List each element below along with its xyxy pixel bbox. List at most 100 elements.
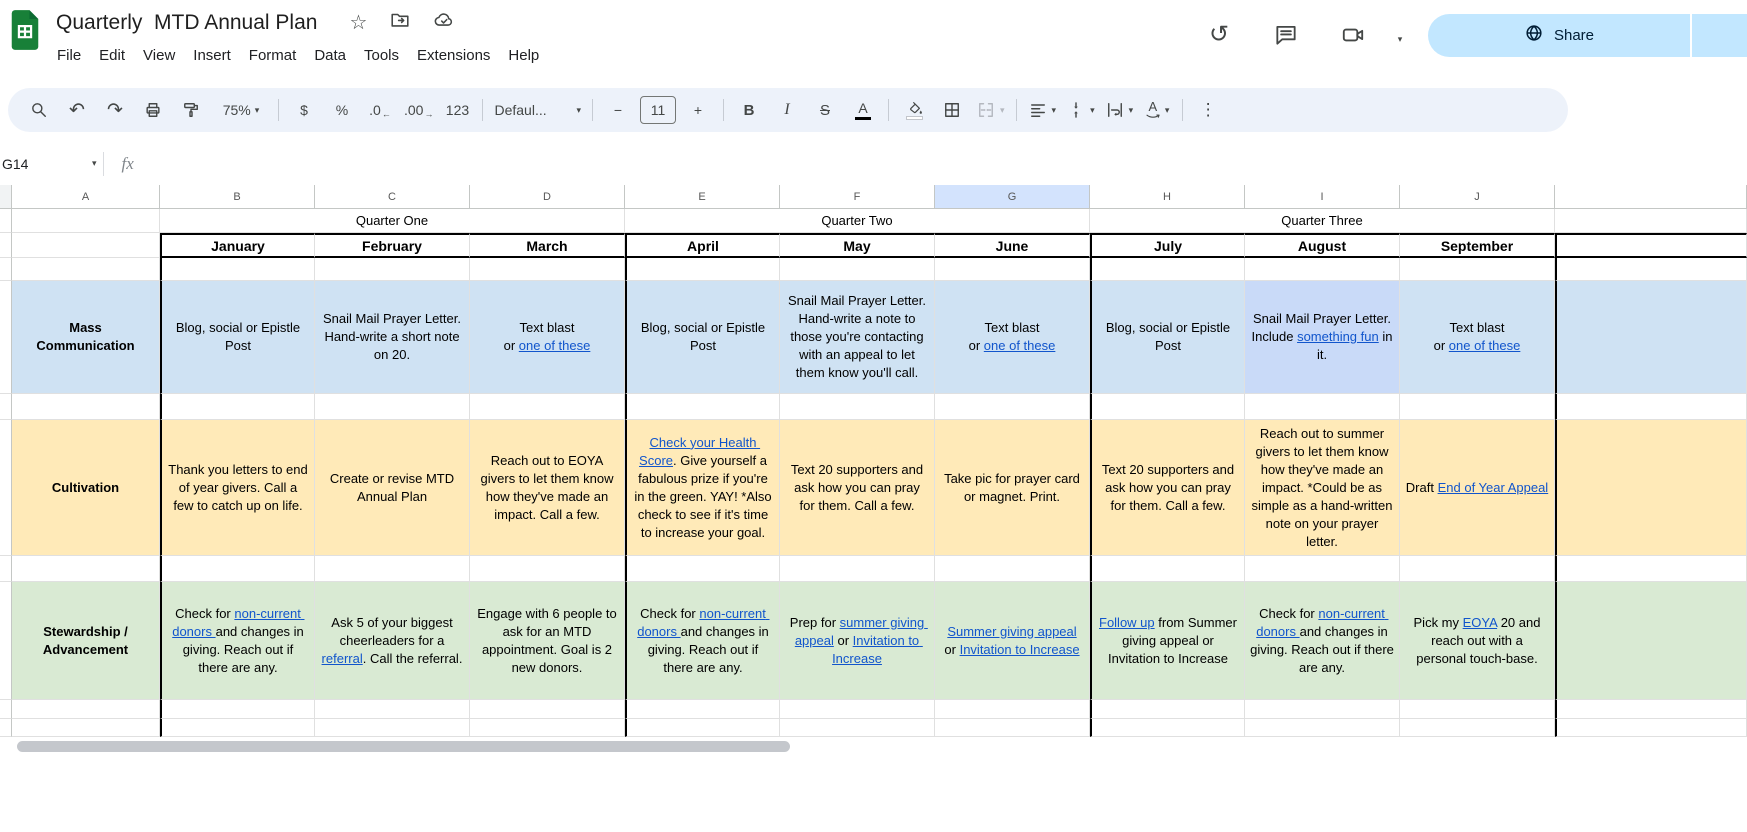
row-header[interactable]: [0, 209, 12, 233]
sheet-cell[interactable]: Blog, social or Epistle Post: [1090, 281, 1245, 394]
menu-file[interactable]: File: [48, 44, 90, 67]
sheet-cell[interactable]: [12, 258, 160, 281]
move-folder-icon[interactable]: [389, 9, 411, 36]
column-header-A[interactable]: A: [12, 185, 160, 209]
sheet-cell[interactable]: Snail Mail Prayer Letter. Hand-write a n…: [780, 281, 935, 394]
sheet-cell[interactable]: [315, 700, 470, 719]
sheet-cell[interactable]: Draft End of Year Appeal: [1400, 420, 1555, 556]
sheet-cell[interactable]: [160, 394, 315, 420]
sheet-cell[interactable]: [1400, 258, 1555, 281]
sheet-cell[interactable]: [1245, 556, 1400, 582]
sheet-cell[interactable]: [470, 719, 625, 737]
column-header-B[interactable]: B: [160, 185, 315, 209]
sheet-cell[interactable]: Text blast or one of these: [935, 281, 1090, 394]
percent-format-button[interactable]: %: [323, 95, 361, 125]
sheet-cell[interactable]: [625, 258, 780, 281]
share-dropdown-button[interactable]: [1692, 14, 1747, 57]
sheet-cell[interactable]: [780, 258, 935, 281]
cell-link[interactable]: referral: [322, 651, 363, 666]
borders-button[interactable]: [933, 95, 971, 125]
sheet-cell[interactable]: [935, 258, 1090, 281]
row-label[interactable]: Cultivation: [12, 420, 160, 556]
cell-link[interactable]: one of these: [984, 338, 1056, 353]
row-label[interactable]: Mass Communication: [12, 281, 160, 394]
row-header[interactable]: [0, 258, 12, 281]
sheet-cell[interactable]: Take pic for prayer card or magnet. Prin…: [935, 420, 1090, 556]
star-icon[interactable]: ☆: [349, 13, 367, 33]
sheet-cell[interactable]: [1090, 719, 1245, 737]
cell-link[interactable]: End of Year Appeal: [1438, 480, 1549, 495]
menu-help[interactable]: Help: [499, 44, 548, 67]
sheet-cell[interactable]: [1555, 719, 1747, 737]
menu-extensions[interactable]: Extensions: [408, 44, 499, 67]
menu-data[interactable]: Data: [305, 44, 355, 67]
increase-font-size-button[interactable]: +: [679, 95, 717, 125]
sheet-cell[interactable]: Check for non-current donors and changes…: [1245, 582, 1400, 700]
cell-link[interactable]: one of these: [1449, 338, 1521, 353]
sheet-cell[interactable]: [625, 394, 780, 420]
sheet-cell[interactable]: Summer giving appeal or Invitation to In…: [935, 582, 1090, 700]
sheet-cell[interactable]: [1555, 700, 1747, 719]
currency-format-button[interactable]: $: [285, 95, 323, 125]
text-rotation-button[interactable]: A ▾: [1138, 95, 1176, 125]
text-color-button[interactable]: A: [844, 95, 882, 125]
sheet-cell[interactable]: [1090, 394, 1245, 420]
horizontal-scrollbar[interactable]: [17, 741, 790, 752]
formula-input[interactable]: [134, 142, 1747, 185]
sheet-cell[interactable]: [315, 556, 470, 582]
text-wrap-button[interactable]: ▾: [1100, 95, 1139, 125]
sheet-cell[interactable]: [1400, 700, 1555, 719]
print-button[interactable]: [134, 95, 172, 125]
column-header-C[interactable]: C: [315, 185, 470, 209]
sheet-cell[interactable]: [1555, 582, 1747, 700]
cell-link[interactable]: Follow up: [1099, 615, 1155, 630]
sheet-cell[interactable]: Blog, social or Epistle Post: [160, 281, 315, 394]
sheet-cell[interactable]: Blog, social or Epistle Post: [625, 281, 780, 394]
month-header[interactable]: September: [1400, 233, 1555, 258]
quarter-cell[interactable]: Quarter Three: [1090, 209, 1555, 233]
sheet-cell[interactable]: Follow up from Summer giving appeal or I…: [1090, 582, 1245, 700]
sheets-logo-icon[interactable]: [9, 9, 41, 56]
sheet-cell[interactable]: [160, 719, 315, 737]
sheet-cell[interactable]: [12, 209, 160, 233]
sheet-cell[interactable]: [12, 394, 160, 420]
column-header-partial[interactable]: [1555, 185, 1747, 209]
increase-decimal-button[interactable]: .00→: [399, 95, 438, 125]
row-header[interactable]: [0, 556, 12, 582]
sheet-cell[interactable]: [160, 258, 315, 281]
column-header-J[interactable]: J: [1400, 185, 1555, 209]
number-format-button[interactable]: 123: [438, 95, 476, 125]
sheet-cell[interactable]: Snail Mail Prayer Letter. Include someth…: [1245, 281, 1400, 394]
sheet-cell[interactable]: Create or revise MTD Annual Plan: [315, 420, 470, 556]
column-header-E[interactable]: E: [625, 185, 780, 209]
cell-link[interactable]: something fun: [1297, 329, 1379, 344]
sheet-cell[interactable]: Snail Mail Prayer Letter. Hand-write a s…: [315, 281, 470, 394]
sheet-cell[interactable]: Reach out to summer givers to let them k…: [1245, 420, 1400, 556]
row-header[interactable]: [0, 281, 12, 394]
sheet-cell[interactable]: [1090, 700, 1245, 719]
month-header[interactable]: May: [780, 233, 935, 258]
row-header[interactable]: [0, 700, 12, 719]
column-header-H[interactable]: H: [1090, 185, 1245, 209]
sheet-cell[interactable]: Text 20 supporters and ask how you can p…: [780, 420, 935, 556]
comments-icon[interactable]: [1271, 20, 1301, 50]
month-header[interactable]: June: [935, 233, 1090, 258]
sheet-cell[interactable]: [315, 719, 470, 737]
cell-link[interactable]: Summer giving appeal: [947, 624, 1076, 639]
sheet-cell[interactable]: Text 20 supporters and ask how you can p…: [1090, 420, 1245, 556]
sheet-cell[interactable]: [160, 556, 315, 582]
bold-button[interactable]: B: [730, 95, 768, 125]
cell-link[interactable]: EOYA: [1463, 615, 1497, 630]
sheet-cell[interactable]: [1555, 258, 1747, 281]
sheet-cell[interactable]: [470, 556, 625, 582]
sheet-cell[interactable]: Text blast or one of these: [1400, 281, 1555, 394]
sheet-cell[interactable]: [12, 233, 160, 258]
sheet-cell[interactable]: [1245, 258, 1400, 281]
sheet-cell[interactable]: [780, 700, 935, 719]
sheet-cell[interactable]: [1400, 556, 1555, 582]
cell-link[interactable]: Invitation to Increase: [960, 642, 1080, 657]
merge-cells-button[interactable]: ▾: [971, 95, 1010, 125]
sheet-cell[interactable]: Check for non-current donors and changes…: [160, 582, 315, 700]
month-header[interactable]: March: [470, 233, 625, 258]
column-header-G[interactable]: G: [935, 185, 1090, 209]
